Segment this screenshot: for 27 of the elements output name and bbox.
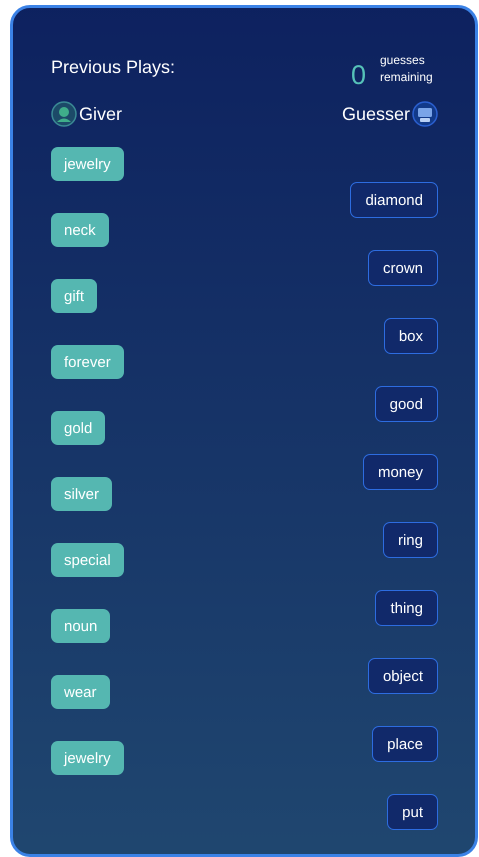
giver-word: special: [51, 543, 124, 577]
guess-count-label: guesses remaining: [380, 52, 434, 86]
computer-icon: [412, 101, 438, 127]
guesser-word: box: [384, 318, 438, 354]
giver-word: jewelry: [51, 147, 124, 181]
guesser-word: money: [362, 454, 438, 490]
guesser-label: Guesser: [342, 104, 410, 124]
giver-label: Giver: [79, 104, 122, 124]
giver-word: noun: [51, 609, 110, 643]
giver-word: silver: [51, 477, 112, 511]
person-avatar-icon: [51, 101, 77, 127]
guess-count: 0: [350, 60, 366, 91]
giver-word: gold: [51, 411, 106, 445]
guesser-word: diamond: [350, 182, 438, 218]
guesser-word: object: [368, 658, 438, 694]
guesser-word: crown: [368, 250, 438, 286]
giver-word: wear: [51, 675, 110, 709]
guesser-word: good: [374, 386, 438, 422]
guesser-word: place: [372, 726, 438, 762]
giver-word: forever: [51, 345, 124, 379]
guesser-word: ring: [382, 522, 438, 558]
giver-word: gift: [51, 279, 98, 313]
giver-word: jewelry: [51, 741, 124, 775]
guesser-word: thing: [375, 590, 438, 626]
guesser-word: put: [387, 794, 438, 830]
panel-title: Previous Plays:: [51, 57, 176, 78]
giver-word: neck: [51, 213, 109, 247]
